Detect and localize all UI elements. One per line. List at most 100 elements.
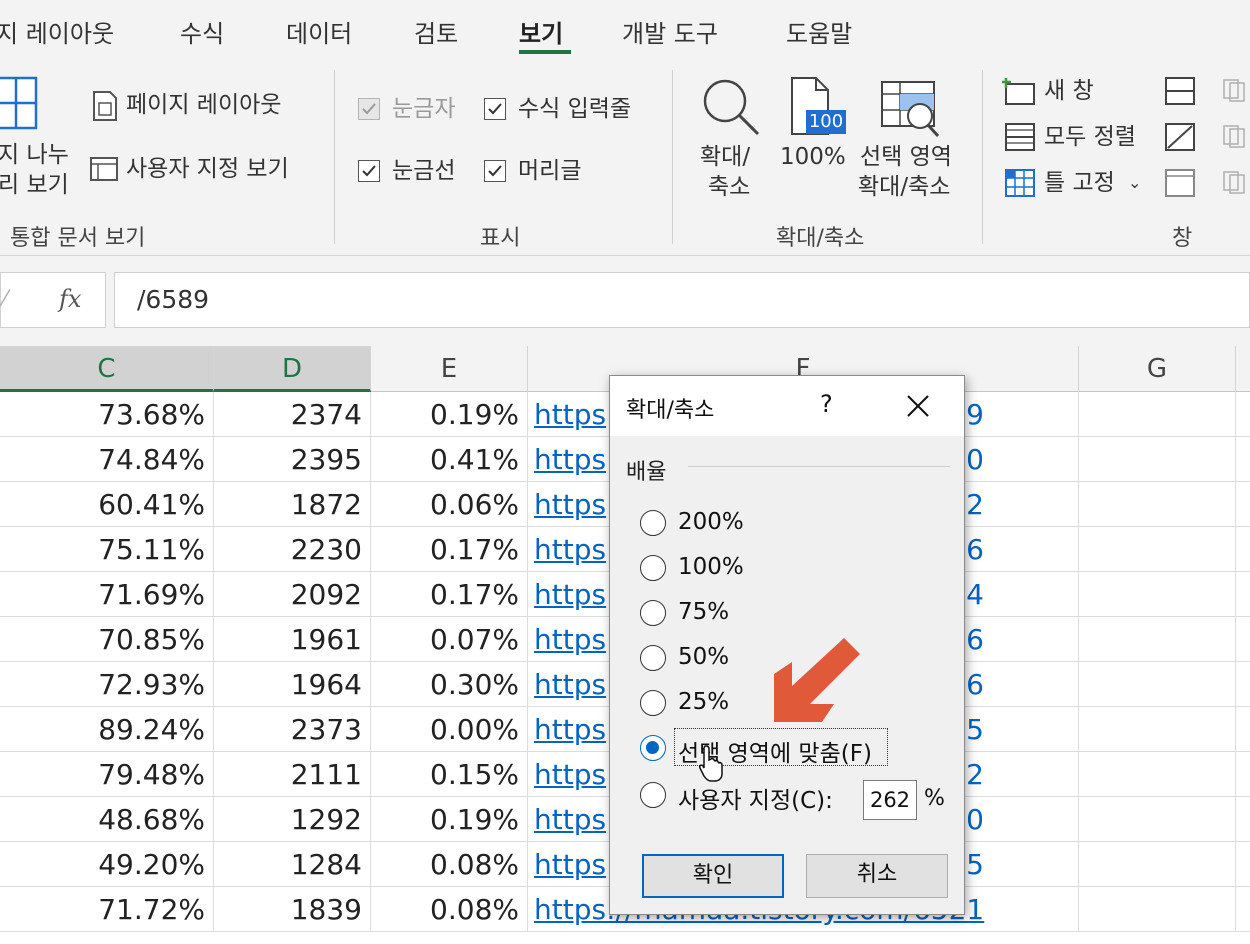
cell-e[interactable]: 0.19% <box>371 392 528 437</box>
unhide-window-icon[interactable] <box>1164 168 1196 198</box>
page-break-preview-label-1[interactable]: 지 나누 <box>0 140 69 170</box>
radio-100[interactable] <box>640 555 666 581</box>
tab-developer[interactable]: 개발 도구 <box>622 14 718 49</box>
cell-e[interactable]: 0.07% <box>371 617 528 662</box>
formula-bar-checkbox[interactable] <box>484 98 506 120</box>
custom-percent-input[interactable]: 262 <box>863 780 917 820</box>
cell-c[interactable]: 75.11% <box>0 527 214 572</box>
page-layout-button[interactable]: 페이지 레이아웃 <box>126 90 281 120</box>
tab-formulas[interactable]: 수식 <box>180 14 224 49</box>
column-header-c[interactable]: C <box>0 346 214 392</box>
cell-g[interactable] <box>1079 392 1236 437</box>
cell-e[interactable]: 0.15% <box>371 752 528 797</box>
zoom-to-selection-label-2[interactable]: 확대/축소 <box>858 172 950 202</box>
arrange-all-button[interactable]: 모두 정렬 <box>1044 122 1136 152</box>
radio-50[interactable] <box>640 645 666 671</box>
cell-c[interactable]: 89.24% <box>0 707 214 752</box>
formula-input[interactable]: /6589 <box>114 272 1250 328</box>
cell-c[interactable]: 70.85% <box>0 617 214 662</box>
cell-g[interactable] <box>1079 842 1236 887</box>
cell-e[interactable]: 0.06% <box>371 482 528 527</box>
radio-custom[interactable] <box>640 782 666 808</box>
tab-review[interactable]: 검토 <box>414 14 458 49</box>
radio-25-label[interactable]: 25% <box>678 689 729 715</box>
cell-g[interactable] <box>1079 572 1236 617</box>
radio-200[interactable] <box>640 510 666 536</box>
cell-g[interactable] <box>1079 752 1236 797</box>
cell-e[interactable]: 0.17% <box>371 572 528 617</box>
cell-d[interactable]: 1284 <box>214 842 371 887</box>
radio-75[interactable] <box>640 600 666 626</box>
cell-c[interactable]: 72.93% <box>0 662 214 707</box>
zoom-button-label-2[interactable]: 축소 <box>708 172 750 202</box>
cell-d[interactable]: 1292 <box>214 797 371 842</box>
link-text[interactable]: https <box>534 713 606 746</box>
cell-d[interactable]: 2373 <box>214 707 371 752</box>
cell-d[interactable]: 1839 <box>214 887 371 932</box>
cell-d[interactable]: 2230 <box>214 527 371 572</box>
page-break-preview-label-2[interactable]: 리 보기 <box>0 170 69 200</box>
split-icon[interactable] <box>1164 76 1196 106</box>
headings-checkbox[interactable] <box>484 160 506 182</box>
cell-c[interactable]: 74.84% <box>0 437 214 482</box>
cell-e[interactable]: 0.00% <box>371 707 528 752</box>
link-text[interactable]: https <box>534 623 606 656</box>
cell-e[interactable]: 0.17% <box>371 527 528 572</box>
cell-e[interactable]: 0.30% <box>371 662 528 707</box>
cell-g[interactable] <box>1079 617 1236 662</box>
tab-page-layout[interactable]: 지 레이아웃 <box>0 14 114 49</box>
cell-c[interactable]: 49.20% <box>0 842 214 887</box>
cell-g[interactable] <box>1079 662 1236 707</box>
custom-views-button[interactable]: 사용자 지정 보기 <box>126 154 289 184</box>
cell-d[interactable]: 1961 <box>214 617 371 662</box>
radio-fit-selection[interactable] <box>640 735 666 761</box>
hide-window-icon[interactable] <box>1164 122 1196 152</box>
ok-button[interactable]: 확인 <box>642 854 784 898</box>
cell-g[interactable] <box>1079 527 1236 572</box>
zoom-to-selection-label-1[interactable]: 선택 영역 <box>860 142 952 172</box>
cell-d[interactable]: 2395 <box>214 437 371 482</box>
cell-e[interactable]: 0.19% <box>371 797 528 842</box>
column-header-e[interactable]: E <box>371 346 528 392</box>
tab-help[interactable]: 도움말 <box>786 14 852 49</box>
radio-75-label[interactable]: 75% <box>678 599 729 625</box>
link-text[interactable]: https <box>534 758 606 791</box>
zoom-button-label-1[interactable]: 확대/ <box>700 142 750 172</box>
chevron-down-icon[interactable]: ⌄ <box>1128 168 1141 198</box>
zoom-100-button[interactable]: 100% <box>780 142 846 172</box>
ruler-checkbox[interactable] <box>358 98 380 120</box>
link-text[interactable]: https <box>534 848 606 881</box>
link-text[interactable]: https <box>534 398 606 431</box>
cell-c[interactable]: 73.68% <box>0 392 214 437</box>
link-text[interactable]: https <box>534 443 606 476</box>
cell-e[interactable]: 0.08% <box>371 842 528 887</box>
cell-g[interactable] <box>1079 707 1236 752</box>
cell-e[interactable]: 0.08% <box>371 887 528 932</box>
radio-custom-label[interactable]: 사용자 지정(C): <box>678 781 833 815</box>
cell-d[interactable]: 2092 <box>214 572 371 617</box>
tab-view[interactable]: 보기 <box>519 14 563 49</box>
cell-g[interactable] <box>1079 797 1236 842</box>
cell-d[interactable]: 2374 <box>214 392 371 437</box>
cell-g[interactable] <box>1079 437 1236 482</box>
insert-function-icon[interactable]: fx <box>59 285 81 313</box>
radio-200-label[interactable]: 200% <box>678 509 744 535</box>
radio-25[interactable] <box>640 690 666 716</box>
cell-c[interactable]: 60.41% <box>0 482 214 527</box>
column-header-d[interactable]: D <box>214 346 371 392</box>
cell-c[interactable]: 71.72% <box>0 887 214 932</box>
cell-c[interactable]: 79.48% <box>0 752 214 797</box>
cancel-button[interactable]: 취소 <box>806 854 948 898</box>
freeze-panes-button[interactable]: 틀 고정 <box>1044 168 1115 198</box>
side-by-side-icons[interactable] <box>1222 78 1250 198</box>
cell-d[interactable]: 1964 <box>214 662 371 707</box>
radio-100-label[interactable]: 100% <box>678 554 744 580</box>
cell-g[interactable] <box>1079 887 1236 932</box>
cell-g[interactable] <box>1079 482 1236 527</box>
gridlines-checkbox[interactable] <box>358 160 380 182</box>
cancel-edit-icon[interactable]: ⁄ <box>3 287 7 312</box>
link-text[interactable]: https <box>534 803 606 836</box>
link-text[interactable]: https <box>534 668 606 701</box>
close-icon[interactable] <box>904 392 932 420</box>
link-text[interactable]: https <box>534 488 606 521</box>
